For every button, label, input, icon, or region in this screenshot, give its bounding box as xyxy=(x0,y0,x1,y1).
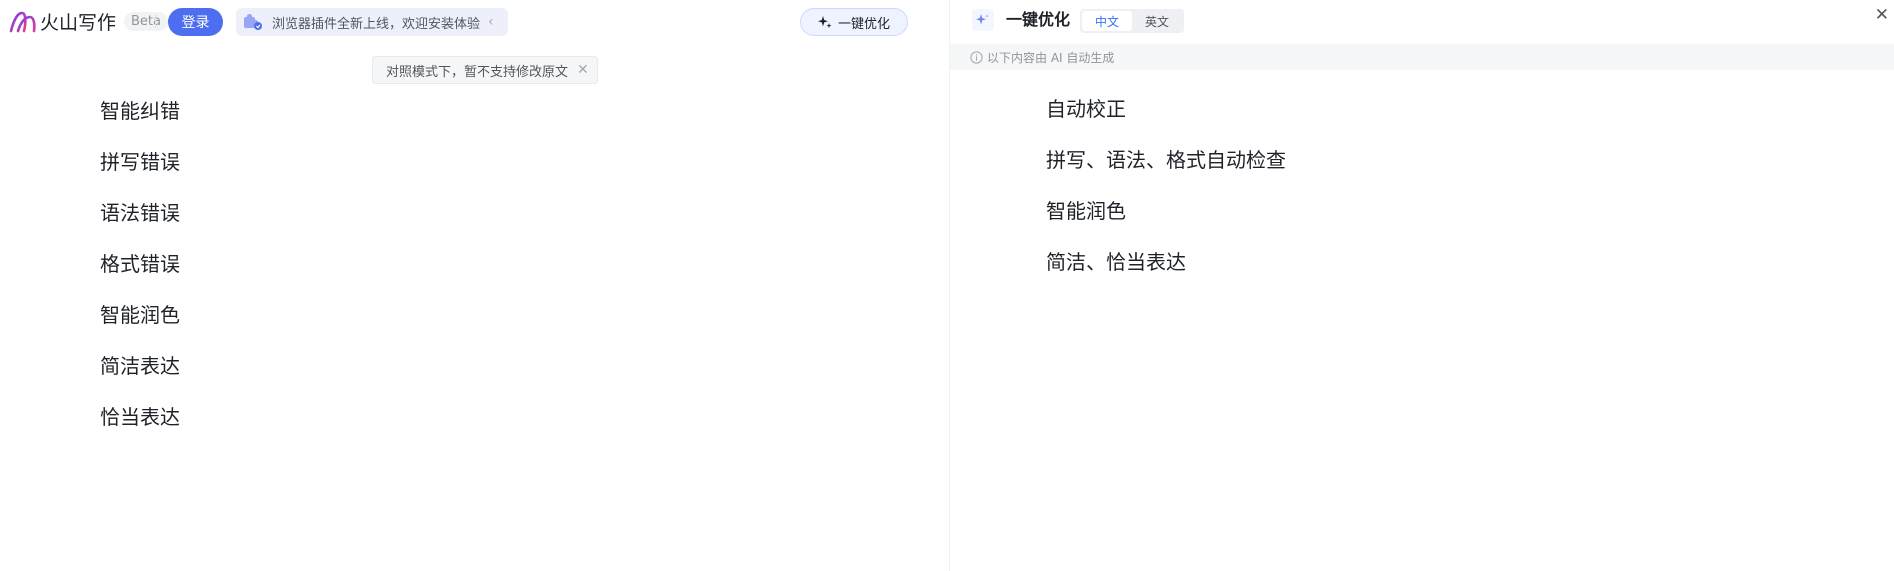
panel-header: 一键优化 中文 英文 ✕ xyxy=(950,0,1894,44)
header-divider xyxy=(155,14,156,28)
login-button[interactable]: 登录 xyxy=(168,8,223,36)
optimize-label: 一键优化 xyxy=(837,16,890,32)
result-line: 自动校正 xyxy=(1046,97,1126,121)
lang-option-chinese[interactable]: 中文 xyxy=(1082,11,1132,31)
document-line[interactable]: 格式错误 xyxy=(100,251,180,302)
document-line[interactable]: 简洁表达 xyxy=(100,353,180,404)
compare-mode-text: 对照模式下，暂不支持修改原文 xyxy=(386,64,569,80)
beta-badge: Beta xyxy=(124,12,168,31)
volcano-logo-icon xyxy=(9,11,36,32)
app-window: 火山写作 Beta 登录 浏览器插件全新上线，欢迎安装体验 ‹ 一键优化 对照模… xyxy=(0,0,1894,571)
lang-option-english[interactable]: 英文 xyxy=(1132,11,1182,31)
document-line[interactable]: 恰当表达 xyxy=(100,404,180,455)
plugin-puzzle-icon xyxy=(244,13,262,30)
sparkle-icon xyxy=(817,16,832,29)
compare-mode-notice: 对照模式下，暂不支持修改原文 ✕ xyxy=(372,56,598,84)
ai-sparkle-icon xyxy=(972,9,994,31)
ai-generated-note: 以下内容由 AI 自动生成 xyxy=(950,44,1894,70)
document-line[interactable]: 智能纠错 xyxy=(100,98,180,149)
panel-title: 一键优化 xyxy=(1006,10,1071,29)
plugin-banner-text: 浏览器插件全新上线，欢迎安装体验 xyxy=(272,16,481,32)
one-click-optimize-button[interactable]: 一键优化 xyxy=(800,8,908,36)
plugin-promo-banner[interactable]: 浏览器插件全新上线，欢迎安装体验 ‹ xyxy=(236,8,508,36)
document-line[interactable]: 语法错误 xyxy=(100,200,180,251)
app-name: 火山写作 xyxy=(40,12,117,34)
close-icon[interactable]: ✕ xyxy=(1875,6,1889,24)
result-line: 智能润色 xyxy=(1046,199,1126,223)
close-icon[interactable]: ✕ xyxy=(577,62,589,78)
result-line: 拼写、语法、格式自动检查 xyxy=(1046,148,1286,172)
document-body[interactable]: 智能纠错 拼写错误 语法错误 格式错误 智能润色 简洁表达 恰当表达 xyxy=(100,98,180,455)
document-line[interactable]: 拼写错误 xyxy=(100,149,180,200)
chevron-left-icon[interactable]: ‹ xyxy=(488,14,494,30)
optimize-panel: 一键优化 中文 英文 ✕ 以下内容由 AI 自动生成 自动校正 拼写、语法、格式… xyxy=(950,0,1894,571)
info-icon xyxy=(970,50,983,64)
editor-pane: 火山写作 Beta 登录 浏览器插件全新上线，欢迎安装体验 ‹ 一键优化 对照模… xyxy=(0,0,949,571)
ai-note-text: 以下内容由 AI 自动生成 xyxy=(987,50,1115,65)
language-switch[interactable]: 中文 英文 xyxy=(1080,9,1184,33)
optimized-results: 自动校正 拼写、语法、格式自动检查 智能润色 简洁、恰当表达 xyxy=(1046,96,1286,300)
document-line[interactable]: 智能润色 xyxy=(100,302,180,353)
app-logo[interactable]: 火山写作 Beta xyxy=(8,8,168,35)
top-bar: 火山写作 Beta 登录 浏览器插件全新上线，欢迎安装体验 ‹ 一键优化 xyxy=(0,0,949,42)
result-line: 简洁、恰当表达 xyxy=(1046,250,1186,274)
